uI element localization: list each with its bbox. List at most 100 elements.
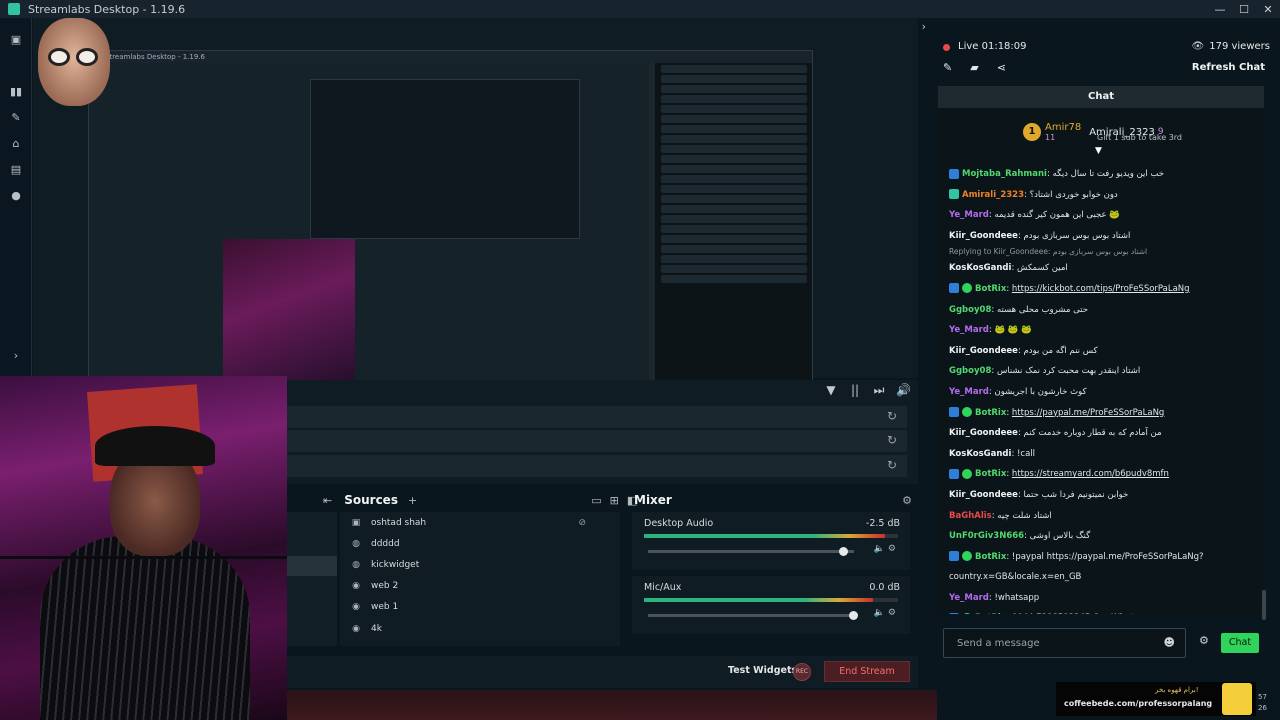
group-icon[interactable]: ⊞ [610, 494, 619, 507]
chat-messages: Mojtaba_Rahmani: خب این ویدیو رفت تا سال… [949, 164, 1261, 614]
end-stream-button[interactable]: End Stream [824, 661, 910, 682]
pause-icon[interactable]: || [848, 383, 862, 398]
source-item[interactable]: ▣ oshtad shah ⊘ [340, 512, 620, 533]
edit-stream-info-icon[interactable]: ✎ [943, 61, 952, 74]
volume-slider[interactable] [648, 611, 858, 620]
emoji-icon[interactable]: ☻ [1164, 636, 1175, 649]
channel-db: 0.0 dB [869, 582, 900, 593]
source-label: 4k [371, 623, 382, 634]
chat-username[interactable]: Ye_Mard [949, 325, 989, 335]
chat-username[interactable]: BotRix [975, 613, 1006, 614]
chat-link[interactable]: https://kickbot.com/tips/ProFeSSorPaLaNg [1012, 284, 1190, 294]
record-button[interactable]: REC [793, 663, 811, 681]
chat-username[interactable]: Amirali_2323 [962, 190, 1024, 200]
volume-knob[interactable] [838, 547, 848, 556]
filter-icon[interactable]: ▼ [824, 383, 838, 398]
footer-bar: Test Widgets REC End Stream [287, 656, 918, 688]
chat-username[interactable]: Kiir_Goondeee [949, 490, 1018, 500]
scene-row[interactable]: ↻ [287, 430, 907, 452]
media-nav-icon[interactable]: ▤ [9, 162, 23, 176]
close-button[interactable]: ✕ [1256, 0, 1280, 18]
send-chat-button[interactable]: Chat [1221, 633, 1259, 653]
editor-nav-icon[interactable]: ▣ [9, 32, 23, 46]
maximize-button[interactable]: ☐ [1232, 0, 1256, 18]
mixer-settings-icon[interactable]: ⚙ [902, 494, 912, 507]
source-item[interactable]: ◍ ddddd [340, 533, 620, 554]
selected-scene[interactable] [287, 556, 337, 576]
reload-icon[interactable]: ↻ [887, 433, 897, 447]
chat-username[interactable]: BotRix [975, 284, 1006, 294]
chat-username[interactable]: Ye_Mard [949, 387, 989, 397]
chat-message: Kiir_Goondeee: اشتاد بوس بوس سربازی بودم [949, 226, 1261, 247]
volume-knob[interactable] [849, 611, 858, 620]
chat-username[interactable]: KosKosGandi [949, 449, 1011, 459]
hidden-eye-icon[interactable]: ⊘ [578, 518, 586, 528]
source-item[interactable]: ◉ web 2 [340, 576, 620, 597]
chat-input[interactable] [944, 629, 1149, 657]
sources-header: ⇤ Sources + ▭ ⊞ ◧ [287, 490, 637, 510]
chat-text: کس ننم اگه من بودم [1023, 345, 1098, 356]
volume-icon[interactable]: 🔊 [896, 383, 911, 398]
chat-username[interactable]: Ggboy08 [949, 366, 991, 376]
collapse-chat-icon[interactable]: › [922, 20, 926, 33]
collapse-icon[interactable]: ⇤ [323, 494, 332, 507]
reload-icon[interactable]: ↻ [887, 458, 897, 472]
source-item[interactable]: ◉ 4k [340, 618, 620, 639]
chat-username[interactable]: BaGhAlis [949, 511, 992, 521]
sources-title: Sources [344, 493, 398, 507]
store-nav-icon[interactable]: ⌂ [9, 136, 23, 150]
chat-message: Amirali_2323: دون خوابو خوردی اشتاد؟ [949, 185, 1261, 206]
chat-link[interactable]: https://streamyard.com/b6pudv8mfn [1012, 469, 1169, 479]
skip-icon[interactable]: ⏭ [872, 383, 886, 398]
add-source-icon[interactable]: + [408, 494, 417, 507]
chat-username[interactable]: BotRix [975, 469, 1006, 479]
reload-icon[interactable]: ↻ [887, 409, 897, 423]
chat-username[interactable]: Ye_Mard [949, 210, 989, 220]
studio-mode-icon[interactable]: ▮▮ [9, 84, 23, 98]
expand-nav-icon[interactable]: › [9, 348, 23, 362]
minimize-button[interactable]: — [1208, 0, 1232, 18]
source-item[interactable]: ◉ web 1 [340, 597, 620, 618]
chat-header: Chat [938, 86, 1264, 108]
mute-settings-icon[interactable]: 🔈 ⚙ [874, 544, 896, 554]
avatar-glasses-left [48, 48, 70, 66]
top-gifter-name: Amir78 [1045, 122, 1082, 133]
themes-nav-icon[interactable]: ✎ [9, 110, 23, 124]
highlighter-nav-icon[interactable]: ● [9, 188, 23, 202]
chat-username[interactable]: KosKosGandi [949, 263, 1011, 273]
chat-settings-icon[interactable]: ⚙ [1199, 634, 1209, 647]
chat-text: حتی مشروب محلی هسته [996, 304, 1089, 315]
mute-settings-icon[interactable]: 🔈 ⚙ [874, 608, 896, 618]
bot-badge-icon [949, 283, 959, 294]
refresh-chat-button[interactable]: Refresh Chat [1192, 62, 1265, 73]
chat-username[interactable]: Ye_Mard [949, 593, 989, 603]
chat-text: 🐸 🐸 🐸 [994, 325, 1032, 336]
scene-row[interactable]: ↻ [287, 455, 907, 477]
chat-username[interactable]: BotRix [975, 552, 1006, 562]
chat-message: Ye_Mard: !whatsapp [949, 588, 1261, 609]
test-widgets-button[interactable]: Test Widgets [728, 665, 797, 676]
scenes-list [287, 512, 337, 646]
source-item[interactable]: ◍ kickwidget [340, 554, 620, 575]
verified-badge-icon [962, 612, 972, 614]
folder-icon[interactable]: ▭ [591, 494, 601, 507]
chat-message: Ye_Mard: کوث خارشون با اجریشون [949, 382, 1261, 403]
scene-row[interactable]: ↻ [287, 406, 907, 428]
chat-username[interactable]: Ggboy08 [949, 305, 991, 315]
widget-icon[interactable]: ▰ [970, 61, 978, 74]
chat-link[interactable]: https://paypal.me/ProFeSSorPaLaNg [1012, 408, 1164, 418]
chat-username[interactable]: Kiir_Goondeee [949, 346, 1018, 356]
pinned-collapse-icon[interactable]: ▼ [1095, 146, 1102, 156]
chat-username[interactable]: Kiir_Goondeee [949, 428, 1018, 438]
volume-slider[interactable] [648, 547, 854, 556]
chat-username[interactable]: BotRix [975, 408, 1006, 418]
sources-list: ▣ oshtad shah ⊘ ◍ ddddd ◍ kickwidget ◉ web 2 … [340, 512, 620, 646]
chat-username[interactable]: Kiir_Goondeee [949, 231, 1018, 241]
chat-username[interactable]: UnF0rGiv3N666 [949, 531, 1024, 541]
chat-text: من آمادم که به قطار دوباره خدمت کنم [1023, 428, 1162, 439]
app-logo-icon [8, 3, 20, 15]
streamer-webcam [0, 376, 287, 720]
chat-scrollbar[interactable] [1262, 590, 1266, 620]
share-icon[interactable]: ⋖ [997, 61, 1006, 74]
chat-username[interactable]: Mojtaba_Rahmani [962, 169, 1047, 179]
